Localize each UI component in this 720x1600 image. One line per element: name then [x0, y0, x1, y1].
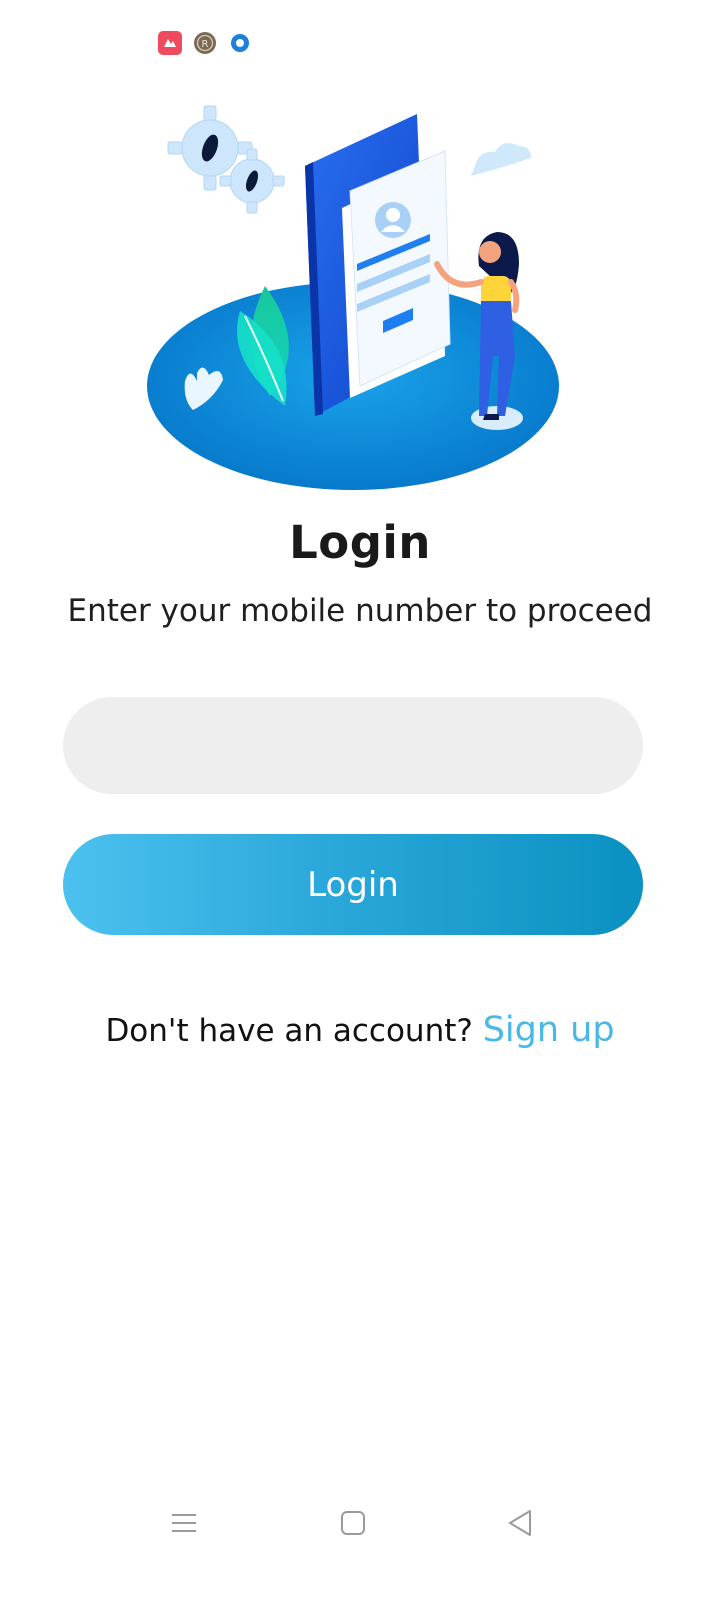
back-button[interactable] — [500, 1500, 540, 1550]
back-icon — [507, 1509, 533, 1541]
navigation-bar — [0, 1490, 720, 1560]
home-icon — [340, 1510, 366, 1540]
signup-row: Don't have an account? Sign up — [0, 1010, 720, 1050]
status-icons: R — [158, 31, 252, 55]
menu-button[interactable] — [164, 1500, 204, 1550]
signup-link[interactable]: Sign up — [483, 1010, 615, 1050]
status-bar: R — [0, 0, 720, 86]
page-subtitle: Enter your mobile number to proceed — [67, 593, 653, 629]
page-title: Login — [289, 516, 431, 569]
circle-dot-icon — [228, 31, 252, 55]
login-illustration — [145, 96, 565, 496]
mobile-number-input[interactable] — [63, 697, 643, 794]
registered-icon: R — [193, 31, 217, 55]
home-button[interactable] — [333, 1500, 373, 1550]
login-page: R Login Enter your mobile number to proc… — [0, 0, 720, 1600]
menu-icon — [171, 1511, 197, 1539]
signup-prompt: Don't have an account? — [105, 1013, 473, 1049]
app-notification-icon — [158, 31, 182, 55]
login-button[interactable]: Login — [63, 834, 643, 935]
svg-text:R: R — [202, 39, 209, 50]
